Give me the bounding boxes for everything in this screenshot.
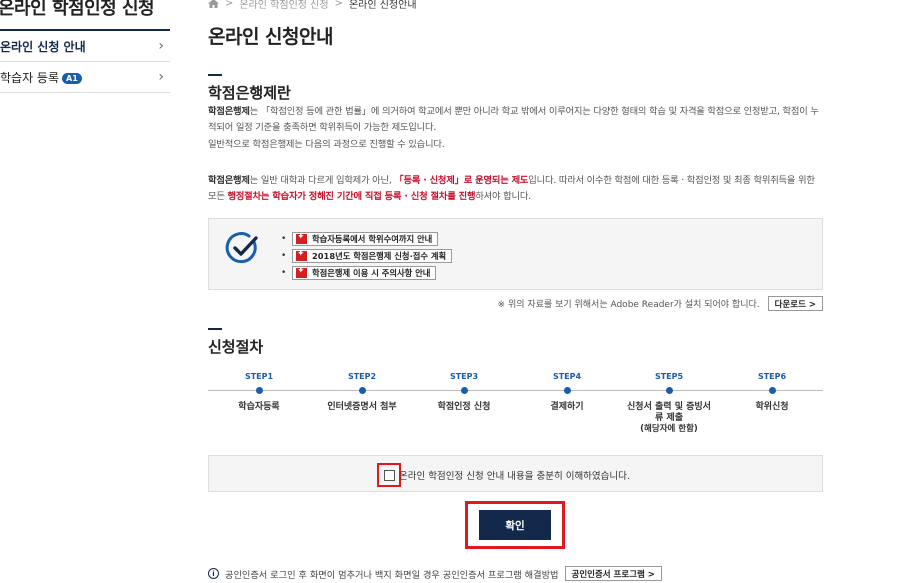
adobe-download-button[interactable]: 다운로드 > (767, 296, 823, 311)
section-title-credit-bank: 학점은행제란 (208, 84, 291, 102)
chevron-right-icon: > (225, 0, 234, 9)
sidebar-item-label: 온라인 신청 안내 (0, 39, 86, 54)
confirm-button[interactable]: 확인 (479, 510, 551, 540)
pdf-icon (296, 249, 307, 261)
procedure-steps: STEP1 학습자등록 STEP2 인터넷증명서 첨부 STEP3 학점인정 신… (208, 372, 823, 442)
agreement-box: 온라인 학점인정 신청 안내 내용을 충분히 이해하였습니다. (208, 455, 823, 492)
page-title: 온라인 신청안내 (208, 26, 333, 48)
notice-paragraph: 학점은행제는 일반 대학과 다르게 입학제가 아닌, 「등록 · 신청제」로 운… (208, 175, 815, 202)
step-item: STEP3 학점인정 신청 (437, 372, 491, 412)
breadcrumb-item[interactable]: 온라인 학점인정 신청 (239, 0, 328, 11)
agreement-checkbox[interactable] (383, 469, 395, 481)
check-circle-icon (225, 231, 259, 265)
certificate-program-button[interactable]: 공인인증서 프로그램 > (564, 566, 662, 581)
step-item: STEP1 학습자등록 (238, 372, 280, 412)
sidebar: 온라인 학점인정 신청 온라인 신청 안내 › 학습자 등록 A1 › (0, 0, 170, 583)
list-item: • 학점은행제 이용 시 주의사항 안내 (281, 264, 452, 281)
documents-box: • 학습자등록에서 학위수여까지 안내 • 2018년도 학점은행제 신청·접수… (208, 218, 823, 290)
adobe-reader-note: ※ 위의 자료를 보기 위해서는 Adobe Reader가 설치 되어야 합니… (498, 296, 823, 311)
intro-process-text: 일반적으로 학점은행제는 다음의 과정으로 진행할 수 있습니다. (208, 139, 445, 150)
document-download-link[interactable]: 학습자등록에서 학위수여까지 안내 (292, 231, 439, 246)
chevron-right-icon: › (158, 69, 164, 85)
document-download-link[interactable]: 학점은행제 이용 시 주의사항 안내 (292, 265, 437, 280)
breadcrumb: > 온라인 학점인정 신청 > 온라인 신청안내 (208, 0, 417, 11)
info-icon: i (208, 568, 219, 579)
section-marker (208, 74, 222, 76)
breadcrumb-current: 온라인 신청안내 (348, 0, 417, 11)
agreement-checkbox-highlight[interactable] (377, 463, 401, 487)
certificate-help-note: i 공인인증서 로그인 후 화면이 멈추거나 백지 화면일 경우 공인인증서 프… (208, 566, 662, 581)
sidebar-item-label: 학습자 등록 A1 (0, 69, 82, 86)
intro-paragraph: 학점은행제는 「학점인정 등에 관한 법률」에 의거하여 학교에서 뿐만 아니라… (208, 106, 819, 133)
section-marker (208, 328, 222, 330)
chevron-right-icon: > (334, 0, 343, 9)
chevron-right-icon: › (158, 38, 164, 54)
sidebar-item-learner-registration[interactable]: 학습자 등록 A1 › (0, 62, 170, 93)
step-item: STEP6 학위신청 (755, 372, 789, 412)
agreement-label[interactable]: 온라인 학점인정 신청 안내 내용을 충분히 이해하였습니다. (399, 468, 630, 482)
list-item: • 학습자등록에서 학위수여까지 안내 (281, 230, 452, 247)
pdf-icon (296, 266, 307, 278)
step-item: STEP5 신청서 출력 및 증빙서 류 제출 (해당자에 한함) (627, 372, 711, 434)
section-title-procedure: 신청절차 (208, 338, 264, 356)
documents-list: • 학습자등록에서 학위수여까지 안내 • 2018년도 학점은행제 신청·접수… (281, 230, 453, 281)
pdf-icon (296, 232, 307, 244)
sidebar-title: 온라인 학점인정 신청 (0, 0, 155, 19)
sidebar-item-online-guide[interactable]: 온라인 신청 안내 › (0, 31, 170, 62)
home-icon[interactable] (208, 0, 219, 8)
confirm-button-highlight: 확인 (465, 501, 565, 549)
document-download-link[interactable]: 2018년도 학점은행제 신청·접수 계획 (292, 248, 453, 263)
list-item: • 2018년도 학점은행제 신청·접수 계획 (281, 247, 453, 264)
status-badge: A1 (62, 72, 82, 84)
